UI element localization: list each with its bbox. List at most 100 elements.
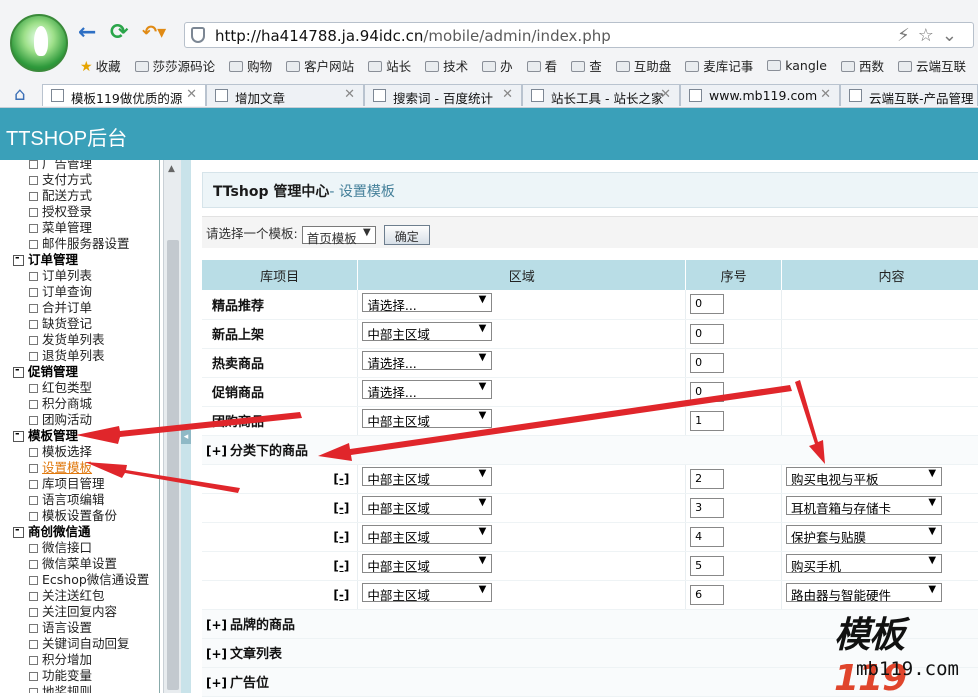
browser-tab[interactable]: www.mb119.com ✕ (680, 84, 840, 106)
region-select[interactable]: 请选择... ▼ (362, 380, 493, 399)
sidebar-item[interactable]: 关注送红包 (12, 588, 152, 604)
close-icon[interactable]: ✕ (820, 87, 831, 102)
order-input[interactable]: 0 (690, 381, 725, 402)
order-input[interactable]: 5 (690, 555, 725, 576)
confirm-button[interactable]: 确定 (383, 224, 430, 245)
sidebar-item[interactable]: 菜单管理 (12, 220, 152, 236)
template-select[interactable]: 首页模板 ▼ (301, 225, 376, 246)
order-input[interactable]: 2 (690, 468, 725, 489)
bookmark-item[interactable]: 看 (526, 56, 557, 75)
region-select[interactable]: 中部主区域 ▼ (362, 322, 493, 341)
scroll-up-icon[interactable]: ▲ (168, 164, 175, 174)
sidebar-item[interactable]: 红包类型 (12, 380, 152, 396)
expand-toggle[interactable]: [+] (206, 647, 227, 661)
sidebar-item[interactable]: 订单查询 (12, 284, 152, 300)
star-icon[interactable]: ☆ (918, 25, 942, 46)
sidebar-item[interactable]: 授权登录 (12, 204, 152, 220)
sidebar-item[interactable]: 合并订单 (12, 300, 152, 316)
sidebar-item[interactable]: 模板设置备份 (12, 508, 152, 524)
region-select[interactable]: 请选择... ▼ (362, 351, 493, 370)
undo-icon[interactable]: ↶▾ (142, 22, 166, 44)
sidebar-item[interactable]: 语言项编辑 (12, 492, 152, 508)
breadcrumb-main[interactable]: TTshop 管理中心 (213, 184, 329, 200)
back-arrow-icon[interactable]: ← (78, 22, 96, 44)
sidebar-item[interactable]: 团购活动 (12, 412, 152, 428)
bookmark-item[interactable]: 客户网站 (286, 56, 354, 75)
sidebar-collapse-bar[interactable]: ◂ (181, 160, 191, 693)
browser-tab[interactable]: 站长工具 - 站长之家 ✕ (522, 84, 680, 106)
sidebar-scrollbar[interactable]: ▲ (163, 160, 181, 693)
close-icon[interactable]: ✕ (502, 87, 513, 102)
sidebar-item[interactable]: 支付方式 (12, 172, 152, 188)
category-select[interactable]: 购买手机 ▼ (786, 554, 943, 573)
scrollbar-thumb[interactable] (167, 240, 179, 690)
collapse-arrow-icon[interactable]: ◂ (181, 430, 191, 444)
sidebar-item[interactable]: 缺货登记 (12, 316, 152, 332)
expand-toggle[interactable]: [+] (206, 676, 227, 690)
url-text[interactable]: http://ha414788.ja.94idc.cn/mobile/admin… (215, 27, 611, 45)
sidebar-item[interactable]: 关键词自动回复 (12, 636, 152, 652)
order-input[interactable]: 1 (690, 410, 725, 431)
sidebar-item[interactable]: 关注回复内容 (12, 604, 152, 620)
close-icon[interactable]: ✕ (660, 87, 671, 102)
region-select[interactable]: 中部主区域 ▼ (362, 467, 493, 486)
sidebar-item[interactable]: 积分商城 (12, 396, 152, 412)
bookmark-item[interactable]: 云端互联 (897, 56, 966, 75)
category-select[interactable]: 耳机音箱与存储卡 ▼ (786, 496, 943, 515)
category-select[interactable]: 路由器与智能硬件 ▼ (786, 583, 943, 602)
refresh-icon[interactable]: ⟳ (110, 22, 128, 44)
sidebar-item[interactable]: 地奖规则 (12, 684, 152, 693)
sidebar-item[interactable]: 模板选择 (12, 444, 152, 460)
order-input[interactable]: 0 (690, 294, 725, 315)
bookmark-item[interactable]: 站长 (368, 56, 411, 75)
bookmark-item[interactable]: 购物 (229, 56, 272, 75)
sidebar-item[interactable]: 配送方式 (12, 188, 152, 204)
region-select[interactable]: 中部主区域 ▼ (362, 583, 493, 602)
bookmark-item[interactable]: 互助盘 (615, 56, 671, 75)
sidebar-item[interactable]: 功能变量 (12, 668, 152, 684)
address-bar[interactable]: http://ha414788.ja.94idc.cn/mobile/admin… (184, 22, 974, 48)
browser-tab[interactable]: 模板119做优质的源 ✕ (42, 84, 206, 106)
sidebar-item[interactable]: 积分增加 (12, 652, 152, 668)
collapse-toggle[interactable]: [-] (206, 588, 353, 602)
region-select[interactable]: 中部主区域 ▼ (362, 496, 493, 515)
region-select[interactable]: 中部主区域 ▼ (362, 409, 493, 428)
sidebar-item[interactable]: 微信接口 (12, 540, 152, 556)
collapse-toggle[interactable]: [-] (206, 530, 353, 544)
bookmark-item[interactable]: ★ 收藏 (80, 56, 121, 75)
bookmark-item[interactable]: 办 (482, 56, 513, 75)
order-input[interactable]: 4 (690, 526, 725, 547)
bookmark-item[interactable]: 麦库记事 (685, 56, 753, 75)
region-select[interactable]: 请选择... ▼ (362, 292, 493, 312)
order-input[interactable]: 0 (690, 323, 725, 344)
sidebar-item[interactable]: 库项目管理 (12, 476, 152, 492)
close-icon[interactable]: ✕ (344, 87, 355, 102)
sidebar-item[interactable]: 发货单列表 (12, 332, 152, 348)
sidebar-group[interactable]: 模板管理 (12, 426, 152, 444)
collapse-toggle[interactable]: [-] (206, 472, 353, 486)
region-select[interactable]: 中部主区域 ▼ (362, 525, 493, 544)
browser-tab[interactable]: 搜索词 - 百度统计 ✕ (364, 84, 522, 106)
sidebar-item[interactable]: 设置模板 (12, 460, 152, 476)
collapse-toggle[interactable]: [-] (206, 501, 353, 515)
chevron-down-icon[interactable]: ⌄ (942, 25, 965, 46)
category-select[interactable]: 保护套与贴膜 ▼ (786, 525, 943, 544)
browser-logo[interactable] (10, 14, 68, 72)
expand-toggle[interactable]: [+] (206, 618, 227, 632)
bookmark-item[interactable]: 西数 (840, 56, 884, 75)
collapse-toggle[interactable]: [-] (206, 559, 353, 573)
sidebar-group[interactable]: 商创微信通 (12, 522, 152, 540)
sidebar-item[interactable]: 订单列表 (12, 268, 152, 284)
home-icon[interactable]: ⌂ (14, 84, 25, 105)
close-icon[interactable]: ✕ (186, 87, 197, 102)
order-input[interactable]: 6 (690, 584, 725, 605)
sidebar-item[interactable]: 广告管理 (12, 160, 152, 172)
sidebar-group[interactable]: 促销管理 (12, 362, 152, 380)
region-select[interactable]: 中部主区域 ▼ (362, 554, 493, 573)
bookmark-item[interactable]: 查 (571, 56, 602, 75)
bookmark-item[interactable]: 技术 (425, 56, 468, 75)
category-select[interactable]: 购买电视与平板 ▼ (786, 467, 943, 486)
browser-tab[interactable]: 云端互联-产品管理 (840, 84, 978, 106)
lightning-icon[interactable]: ⚡ (897, 25, 918, 46)
sidebar-group[interactable]: 订单管理 (12, 250, 152, 268)
